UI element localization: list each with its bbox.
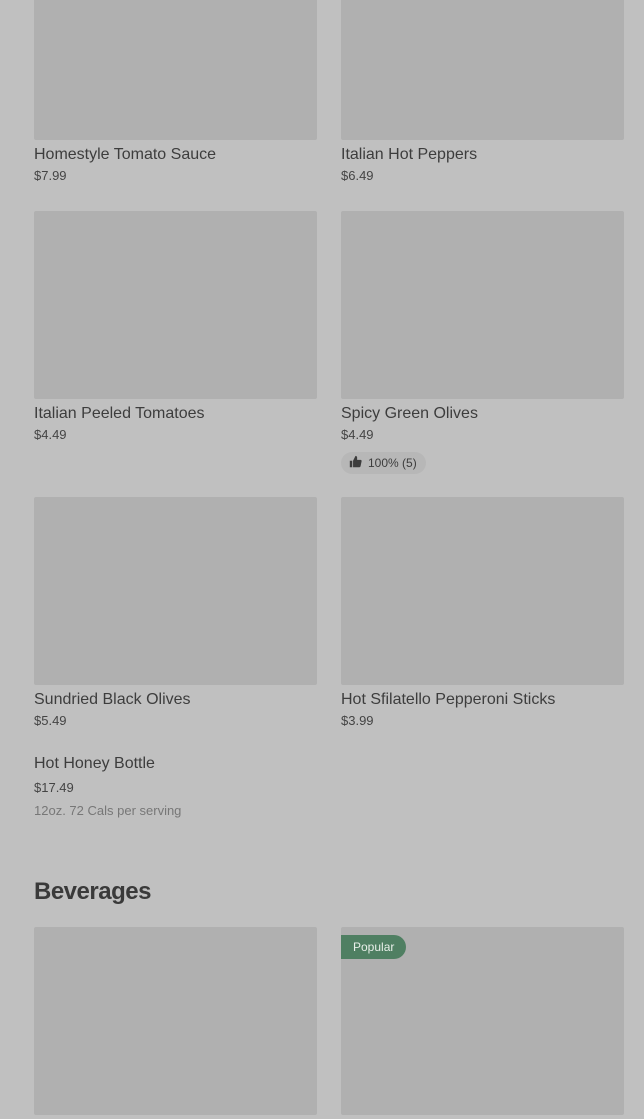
product-name: Sundried Black Olives: [34, 691, 191, 708]
thumbs-up-icon: [349, 455, 362, 471]
product-card-sundried-black-olives[interactable]: Sundried Black Olives $5.49: [34, 497, 317, 730]
product-image[interactable]: [34, 497, 317, 685]
product-price: $4.49: [341, 427, 374, 442]
product-grid-row-2: Italian Peeled Tomatoes $4.49 Spicy Gree…: [34, 211, 624, 474]
product-price: $17.49: [34, 780, 74, 795]
popular-badge: Popular: [341, 935, 407, 959]
product-image[interactable]: [34, 0, 317, 140]
product-image[interactable]: [34, 927, 317, 1115]
product-name: Hot Honey Bottle: [34, 755, 155, 772]
product-description: 12oz. 72 Cals per serving: [34, 803, 182, 818]
product-card-hot-honey-bottle[interactable]: Hot Honey Bottle $17.49 12oz. 72 Cals pe…: [34, 754, 317, 818]
rating-badge: 100% (5): [341, 452, 426, 474]
section-title: Beverages: [34, 878, 151, 905]
product-price: $3.99: [341, 713, 374, 728]
product-image[interactable]: [341, 497, 624, 685]
beverage-card[interactable]: Popular: [341, 927, 624, 1115]
product-name: Homestyle Tomato Sauce: [34, 146, 217, 163]
rating-text: 100% (5): [368, 456, 417, 470]
product-card-spicy-green-olives[interactable]: Spicy Green Olives $4.49 100% (5): [341, 211, 624, 474]
product-price: $4.49: [34, 427, 67, 442]
product-card-hot-sfilatello-pepperoni-sticks[interactable]: Hot Sfilatello Pepperoni Sticks $3.99: [341, 497, 624, 730]
product-name: Spicy Green Olives: [341, 405, 478, 422]
product-price: $6.49: [341, 168, 374, 183]
product-card-homestyle-tomato-sauce[interactable]: Homestyle Tomato Sauce $7.99: [34, 0, 317, 185]
product-price: $5.49: [34, 713, 67, 728]
product-grid-row-1: Homestyle Tomato Sauce $7.99 Italian Hot…: [34, 0, 624, 185]
product-grid-row-4: Hot Honey Bottle $17.49 12oz. 72 Cals pe…: [34, 754, 624, 818]
product-card-italian-peeled-tomatoes[interactable]: Italian Peeled Tomatoes $4.49: [34, 211, 317, 474]
product-name: Hot Sfilatello Pepperoni Sticks: [341, 691, 556, 708]
product-image[interactable]: [341, 211, 624, 399]
product-price: $7.99: [34, 168, 67, 183]
product-image[interactable]: [341, 0, 624, 140]
beverage-card[interactable]: [34, 927, 317, 1115]
product-name: Italian Hot Peppers: [341, 146, 478, 163]
beverages-grid: Popular: [34, 927, 624, 1115]
product-image[interactable]: [34, 211, 317, 399]
product-grid-row-3: Sundried Black Olives $5.49 Hot Sfilatel…: [34, 497, 624, 730]
product-name: Italian Peeled Tomatoes: [34, 405, 205, 422]
product-card-italian-hot-peppers[interactable]: Italian Hot Peppers $6.49: [341, 0, 624, 185]
